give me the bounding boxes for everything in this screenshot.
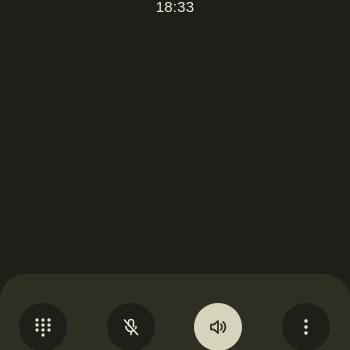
speaker-icon (210, 320, 227, 334)
mic-off-icon (123, 318, 139, 336)
dialpad-button[interactable] (19, 303, 67, 350)
status-bar-time: 18:33 (155, 0, 195, 16)
more-vert-icon (304, 319, 308, 335)
more-options-button[interactable] (282, 303, 330, 350)
dialpad-icon (35, 318, 51, 337)
speaker-button[interactable] (194, 303, 242, 350)
call-screen: 18:33 (0, 0, 350, 350)
mute-button[interactable] (107, 303, 155, 350)
